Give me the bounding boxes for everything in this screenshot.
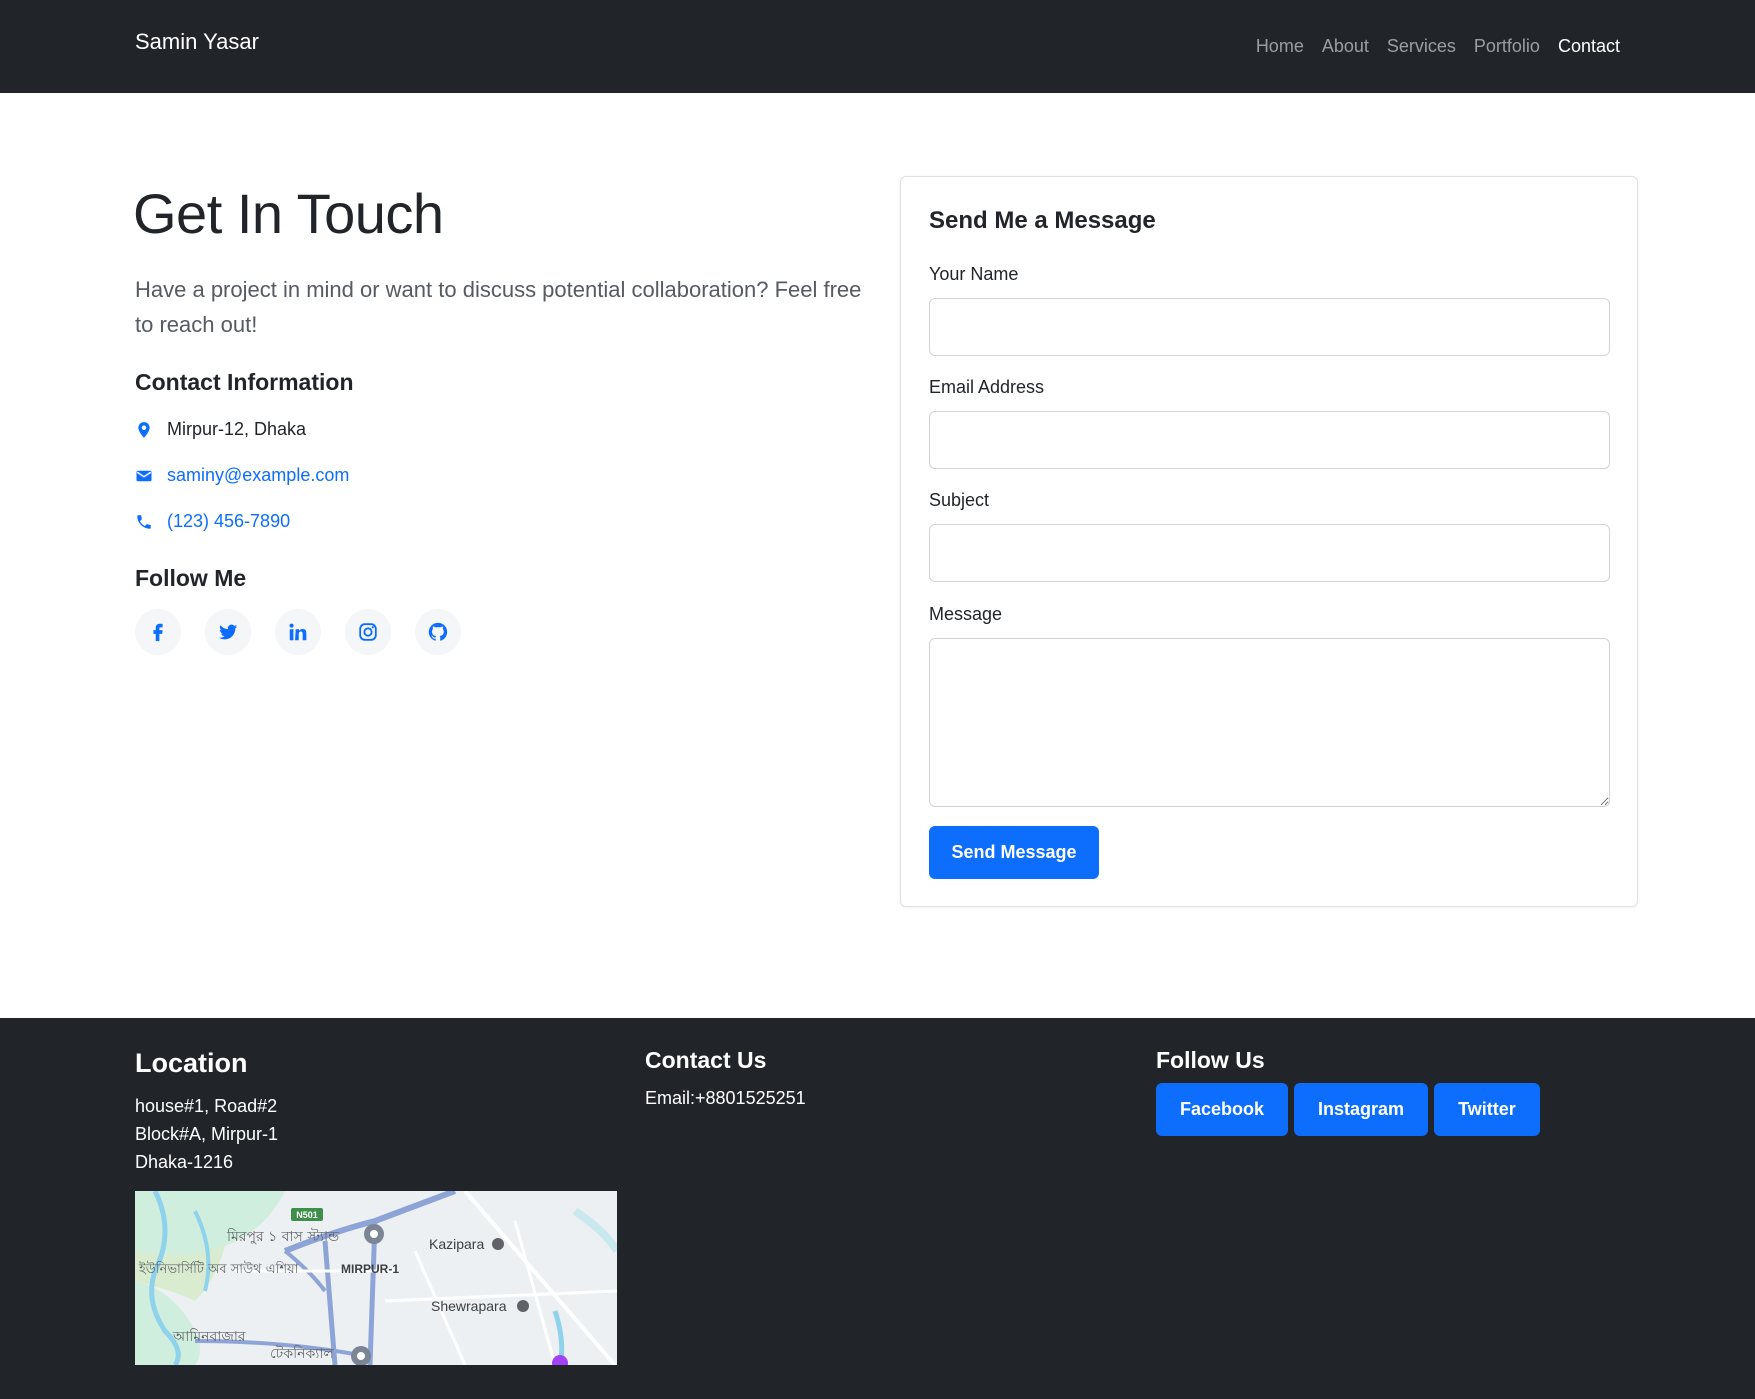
footer-social-buttons: Facebook Instagram Twitter <box>1156 1083 1540 1136</box>
phone-icon <box>137 514 151 529</box>
facebook-button[interactable]: Facebook <box>1156 1083 1289 1136</box>
footer-contact-heading: Contact Us <box>645 1047 767 1073</box>
map-label: MIRPUR-1 <box>341 1262 399 1276</box>
map-image: N501 মিরপুর ১ বাস স্ট্যান্ড Kazipara ইউন… <box>135 1191 617 1365</box>
contact-phone-link[interactable]: (123) 456-7890 <box>167 511 290 532</box>
contact-address-text: Mirpur-12, Dhaka <box>167 419 307 439</box>
instagram-button[interactable]: Instagram <box>1294 1083 1429 1136</box>
footer: Location house#1, Road#2 Block#A, Mirpur… <box>0 1018 1755 1399</box>
contact-email-link[interactable]: saminy@example.com <box>167 465 349 486</box>
footer-address-line: house#1, Road#2 <box>135 1096 278 1116</box>
message-textarea[interactable] <box>929 638 1610 807</box>
send-message-button[interactable]: Send Message <box>929 826 1099 879</box>
twitter-icon <box>218 624 238 640</box>
footer-address-line: Dhaka-1216 <box>135 1152 234 1172</box>
navbar: Samin Yasar Home About Services Portfoli… <box>0 0 1755 93</box>
twitter-link[interactable] <box>205 609 251 655</box>
email-label: Email Address <box>929 377 1045 397</box>
envelope-icon <box>136 470 152 481</box>
page-title: Get In Touch <box>133 182 444 245</box>
follow-me-heading: Follow Me <box>135 565 247 591</box>
linkedin-link[interactable] <box>275 609 321 655</box>
name-input[interactable] <box>929 298 1610 356</box>
nav-link-services[interactable]: Services <box>1378 36 1465 57</box>
subject-label: Subject <box>929 490 990 510</box>
linkedin-icon <box>289 623 307 641</box>
message-label: Message <box>929 604 1003 624</box>
instagram-icon <box>359 623 377 641</box>
map-label: Kazipara <box>429 1236 484 1252</box>
footer-follow-heading: Follow Us <box>1156 1047 1265 1073</box>
name-label: Your Name <box>929 264 1019 284</box>
email-input[interactable] <box>929 411 1610 469</box>
footer-location-heading: Location <box>135 1048 248 1078</box>
page-lead: Have a project in mind or want to discus… <box>135 277 862 337</box>
map-road-badge: N501 <box>296 1210 318 1220</box>
instagram-link[interactable] <box>345 609 391 655</box>
facebook-link[interactable] <box>135 609 181 655</box>
contact-address: Mirpur-12, Dhaka <box>135 419 306 440</box>
footer-email: Email:+8801525251 <box>645 1088 806 1108</box>
nav-link-home[interactable]: Home <box>1247 36 1313 57</box>
contact-email: saminy@example.com <box>135 465 349 486</box>
map-label: মিরপুর ১ বাস স্ট্যান্ড <box>226 1228 340 1245</box>
form-title: Send Me a Message <box>929 207 1156 234</box>
twitter-button[interactable]: Twitter <box>1434 1083 1540 1136</box>
location-map[interactable]: N501 মিরপুর ১ বাস স্ট্যান্ড Kazipara ইউন… <box>135 1191 617 1365</box>
facebook-icon <box>153 623 163 642</box>
map-label: আমিনবাজার <box>172 1328 246 1345</box>
subject-input[interactable] <box>929 524 1610 582</box>
map-marker-icon <box>138 421 150 438</box>
map-label: টেকনিক্যাল <box>270 1345 334 1362</box>
map-label: ইউনিভার্সিটি অব সাউথ এশিয়া <box>138 1261 299 1277</box>
contact-form-card: Send Me a Message Your Name Email Addres… <box>900 176 1638 907</box>
nav-link-about[interactable]: About <box>1313 36 1378 57</box>
nav-link-contact[interactable]: Contact <box>1549 36 1629 57</box>
map-label: Shewrapara <box>431 1298 507 1314</box>
github-icon <box>428 622 448 641</box>
contact-info-heading: Contact Information <box>135 369 354 395</box>
github-link[interactable] <box>415 609 461 655</box>
footer-address: house#1, Road#2 Block#A, Mirpur-1 Dhaka-… <box>135 1092 278 1176</box>
brand-logo[interactable]: Samin Yasar <box>135 29 259 55</box>
nav-links: Home About Services Portfolio Contact <box>1247 36 1629 57</box>
footer-address-line: Block#A, Mirpur-1 <box>135 1124 279 1144</box>
nav-link-portfolio[interactable]: Portfolio <box>1465 36 1549 57</box>
social-links <box>135 609 461 655</box>
contact-phone: (123) 456-7890 <box>135 511 290 532</box>
